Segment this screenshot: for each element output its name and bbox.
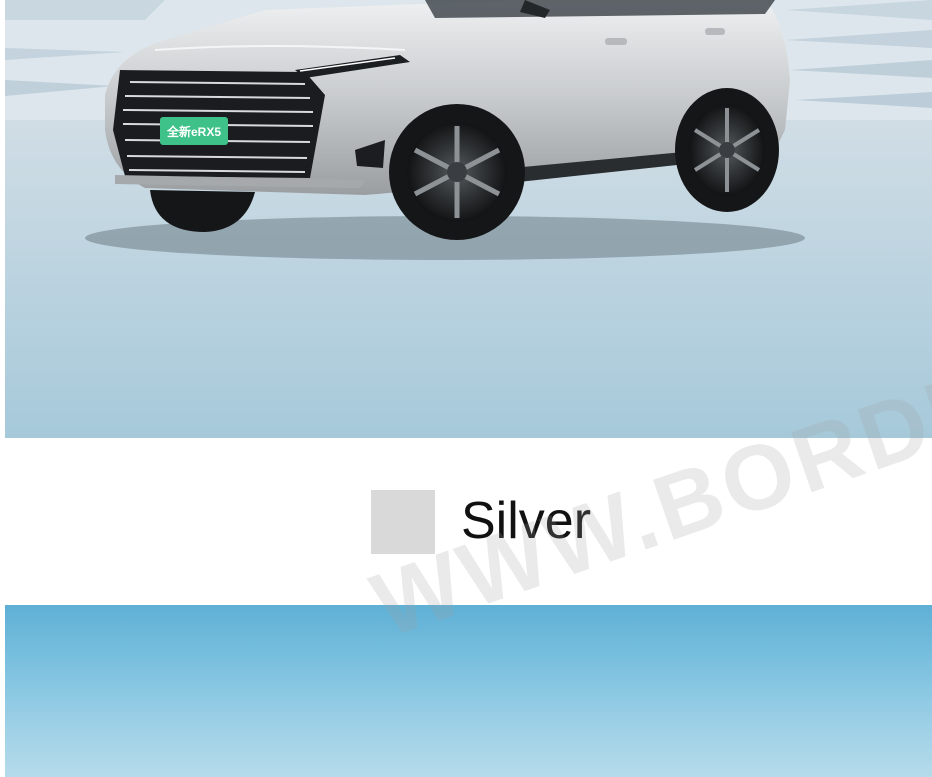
car-photo-next: [5, 605, 932, 777]
car-illustration: 全新eRX5: [5, 0, 932, 438]
product-color-page: 全新eRX5 Silver WWW.BORDER: [0, 0, 932, 777]
car-photo-front: 全新eRX5: [5, 0, 932, 438]
color-option-row: Silver: [0, 438, 932, 605]
color-swatch: [371, 490, 435, 554]
front-wheel: [389, 104, 525, 240]
rear-wheel: [675, 88, 779, 212]
plate-badge-text: 全新eRX5: [166, 124, 221, 139]
plate-badge: 全新eRX5: [160, 117, 228, 145]
color-name-label: Silver: [461, 492, 592, 550]
